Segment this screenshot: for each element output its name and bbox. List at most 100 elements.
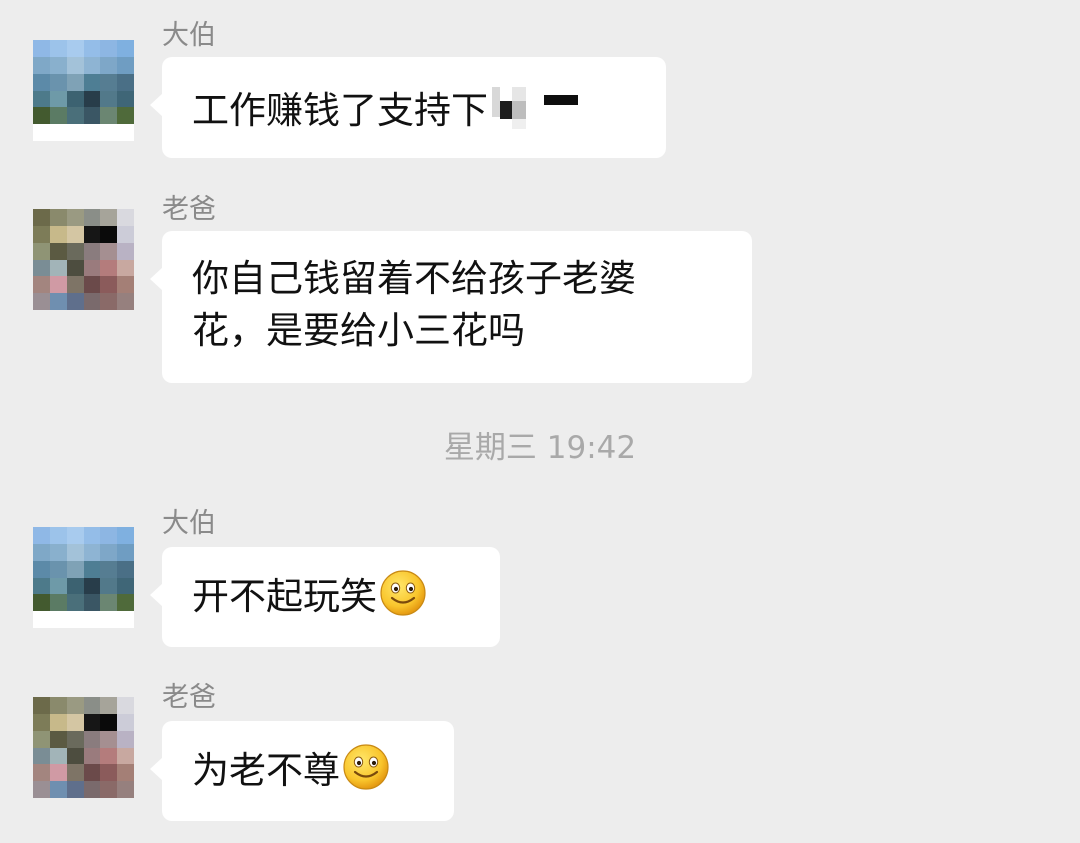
avatar-pixel xyxy=(83,107,101,125)
avatar-pixel xyxy=(33,276,50,294)
avatar-pixel xyxy=(33,124,50,141)
avatar-pixel xyxy=(49,527,67,544)
avatar-pixel xyxy=(66,259,84,277)
avatar-pixel xyxy=(83,56,101,74)
avatar-pixel xyxy=(49,225,67,243)
redacted-text-mosaic xyxy=(492,79,582,131)
avatar-pixel xyxy=(117,764,134,782)
avatar-pixel xyxy=(83,781,101,798)
avatar-pixel xyxy=(49,730,67,748)
avatar-pixel xyxy=(49,242,67,260)
avatar-pixel xyxy=(100,543,118,561)
avatar-pixel xyxy=(33,594,50,612)
avatar-pixel xyxy=(100,90,118,108)
avatar-pixel xyxy=(49,543,67,561)
avatar-pixel xyxy=(100,747,118,765)
avatar-pixel xyxy=(66,90,84,108)
avatar-pixel xyxy=(117,73,134,91)
avatar-pixel xyxy=(66,611,84,628)
avatar-pixel xyxy=(49,90,67,108)
sender-name: 老爸 xyxy=(162,194,216,225)
avatar-pixel xyxy=(100,730,118,748)
avatar-pixel xyxy=(100,577,118,595)
sender-name: 大伯 xyxy=(162,508,216,539)
avatar-pixel xyxy=(66,764,84,782)
avatar-pixel xyxy=(49,611,67,628)
avatar-pixel xyxy=(117,259,134,277)
avatar-pixel xyxy=(66,713,84,731)
message-text: 为老不尊 xyxy=(192,743,424,797)
avatar-pixel xyxy=(66,747,84,765)
avatar-pixel xyxy=(117,560,134,578)
message-line: 花，是要给小三花吗 xyxy=(192,309,525,352)
avatar-pixel xyxy=(83,577,101,595)
avatar-pixel xyxy=(33,225,50,243)
smile-emoji-icon xyxy=(343,744,389,790)
avatar-pixel xyxy=(117,209,134,226)
message-bubble[interactable]: 你自己钱留着不给孩子老婆 花，是要给小三花吗 xyxy=(150,231,752,383)
avatar-pixel xyxy=(49,764,67,782)
avatar-pixel xyxy=(100,764,118,782)
avatar-pixel xyxy=(117,90,134,108)
message-line: 为老不尊 xyxy=(192,749,340,792)
avatar-pixel xyxy=(117,40,134,57)
avatar-pixel xyxy=(117,293,134,310)
avatar-pixel xyxy=(49,56,67,74)
avatar-pixel xyxy=(117,276,134,294)
avatar-pixel xyxy=(83,40,101,57)
avatar-dabo[interactable] xyxy=(33,527,134,628)
avatar-pixel xyxy=(117,611,134,628)
avatar-pixel xyxy=(66,560,84,578)
avatar-pixel xyxy=(100,527,118,544)
avatar-pixel xyxy=(33,713,50,731)
avatar-pixel xyxy=(100,276,118,294)
avatar-pixel xyxy=(33,781,50,798)
avatar-pixel xyxy=(117,713,134,731)
avatar-pixel xyxy=(100,225,118,243)
avatar-dabo[interactable] xyxy=(33,40,134,141)
avatar-pixel xyxy=(117,697,134,714)
message-bubble[interactable]: 工作赚钱了支持下 xyxy=(150,57,666,158)
avatar-pixel xyxy=(83,713,101,731)
avatar-pixel xyxy=(49,259,67,277)
timestamp-divider: 星期三 19:42 xyxy=(443,430,637,466)
avatar-dad[interactable] xyxy=(33,697,134,798)
avatar-pixel xyxy=(83,242,101,260)
avatar-pixel xyxy=(83,527,101,544)
avatar-pixel xyxy=(83,259,101,277)
avatar-pixel xyxy=(66,577,84,595)
avatar-pixel xyxy=(33,293,50,310)
avatar-pixel xyxy=(83,764,101,782)
avatar-pixel xyxy=(49,697,67,714)
message-bubble[interactable]: 为老不尊 xyxy=(150,721,454,821)
avatar-pixel xyxy=(83,697,101,714)
avatar-pixel xyxy=(33,56,50,74)
avatar-dad[interactable] xyxy=(33,209,134,310)
avatar-pixel xyxy=(66,594,84,612)
avatar-pixel xyxy=(83,209,101,226)
avatar-pixel xyxy=(100,611,118,628)
avatar-pixel xyxy=(83,543,101,561)
avatar-pixel xyxy=(83,276,101,294)
avatar-pixel xyxy=(66,40,84,57)
avatar-pixel xyxy=(66,242,84,260)
avatar-pixel xyxy=(117,730,134,748)
avatar-pixel xyxy=(49,276,67,294)
smile-emoji-icon xyxy=(380,570,426,616)
avatar-pixel xyxy=(33,259,50,277)
message-bubble[interactable]: 开不起玩笑 xyxy=(150,547,500,647)
avatar-pixel xyxy=(83,90,101,108)
avatar-pixel xyxy=(49,40,67,57)
avatar-pixel xyxy=(100,594,118,612)
avatar-pixel xyxy=(33,577,50,595)
avatar-pixel xyxy=(100,107,118,125)
message-text: 工作赚钱了支持下 xyxy=(192,79,636,137)
avatar-pixel xyxy=(117,56,134,74)
avatar-pixel xyxy=(83,611,101,628)
avatar-pixel xyxy=(33,209,50,226)
avatar-pixel xyxy=(66,730,84,748)
avatar-pixel xyxy=(100,56,118,74)
avatar-pixel xyxy=(66,293,84,310)
avatar-pixel xyxy=(66,209,84,226)
avatar-pixel xyxy=(100,209,118,226)
